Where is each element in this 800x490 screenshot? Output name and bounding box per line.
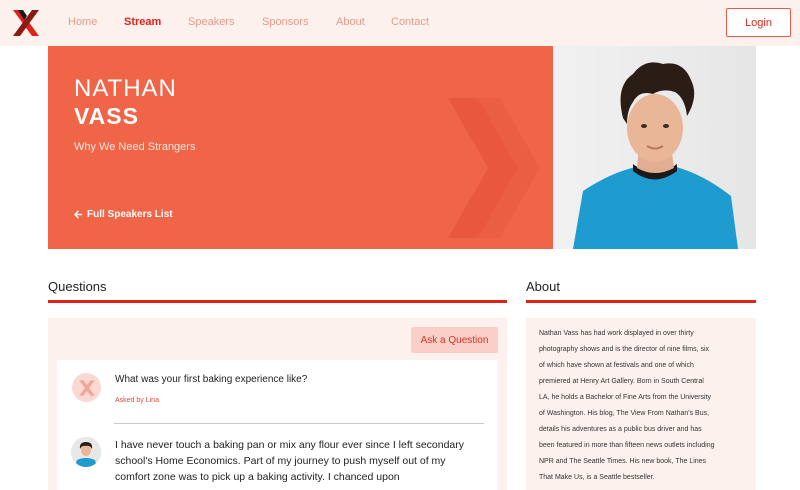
qa-divider	[114, 423, 484, 424]
answer-line: school's Home Economics. Part of my jour…	[115, 455, 446, 467]
answer-text: I have never touch a baking pan or mix a…	[115, 437, 485, 485]
asker-avatar	[72, 373, 101, 402]
nav-about[interactable]: About	[336, 16, 365, 28]
about-line: of Washington. His blog, The View From N…	[539, 410, 710, 417]
nav-speakers[interactable]: Speakers	[188, 16, 234, 28]
about-line: LA, he holds a Bachelor of Fine Arts fro…	[539, 394, 711, 401]
speaker-last-name: VASS	[74, 103, 139, 129]
about-line: That Make Us, is a Seattle bestseller.	[539, 474, 655, 481]
answer-line: I have never touch a baking pan or mix a…	[115, 439, 465, 451]
tedx-x-logo-icon[interactable]	[11, 8, 41, 38]
speaker-avatar	[71, 437, 101, 467]
questions-divider	[48, 300, 507, 303]
tedx-x-logo-icon	[78, 379, 95, 396]
nav-home[interactable]: Home	[68, 16, 97, 28]
full-speakers-list-link[interactable]: Full Speakers List	[74, 209, 173, 220]
top-nav: Home Stream Speakers Sponsors About Cont…	[0, 0, 800, 46]
speaker-photo	[553, 46, 756, 249]
nav-contact[interactable]: Contact	[391, 16, 429, 28]
about-divider	[526, 300, 756, 303]
about-text: Nathan Vass has had work displayed in ov…	[539, 326, 744, 486]
about-heading: About	[526, 279, 560, 294]
chevron-decoration-icon	[448, 98, 540, 238]
login-button[interactable]: Login	[726, 8, 791, 37]
questions-heading: Questions	[48, 279, 107, 294]
talk-title: Why We Need Strangers	[74, 141, 196, 153]
question-text: What was your first baking experience li…	[115, 374, 308, 385]
about-line: NPR and The Seattle Times. His new book,…	[539, 458, 707, 465]
about-line: photography shows and is the director of…	[539, 346, 710, 353]
nav-stream[interactable]: Stream	[124, 16, 161, 28]
arrow-left-icon	[74, 210, 83, 219]
about-line: details his adventures as a public bus d…	[539, 426, 702, 433]
about-line: Nathan Vass has had work displayed in ov…	[539, 330, 694, 337]
speaker-hero-banner: NATHAN VASS Why We Need Strangers Full S…	[48, 46, 553, 249]
full-speakers-list-label: Full Speakers List	[87, 209, 173, 220]
about-line: of which have shown at festivals and one…	[539, 362, 694, 369]
about-line: premiered at Henry Art Gallery. Born in …	[539, 378, 704, 385]
question-asked-by: Asked by Lina	[115, 397, 159, 404]
nav-sponsors[interactable]: Sponsors	[262, 16, 308, 28]
ask-question-button[interactable]: Ask a Question	[411, 327, 498, 353]
about-line: been featured in more than fifteen news …	[539, 442, 715, 449]
speaker-first-name: NATHAN	[74, 75, 177, 102]
answer-line: comfort zone was to pick up a baking act…	[115, 471, 400, 483]
